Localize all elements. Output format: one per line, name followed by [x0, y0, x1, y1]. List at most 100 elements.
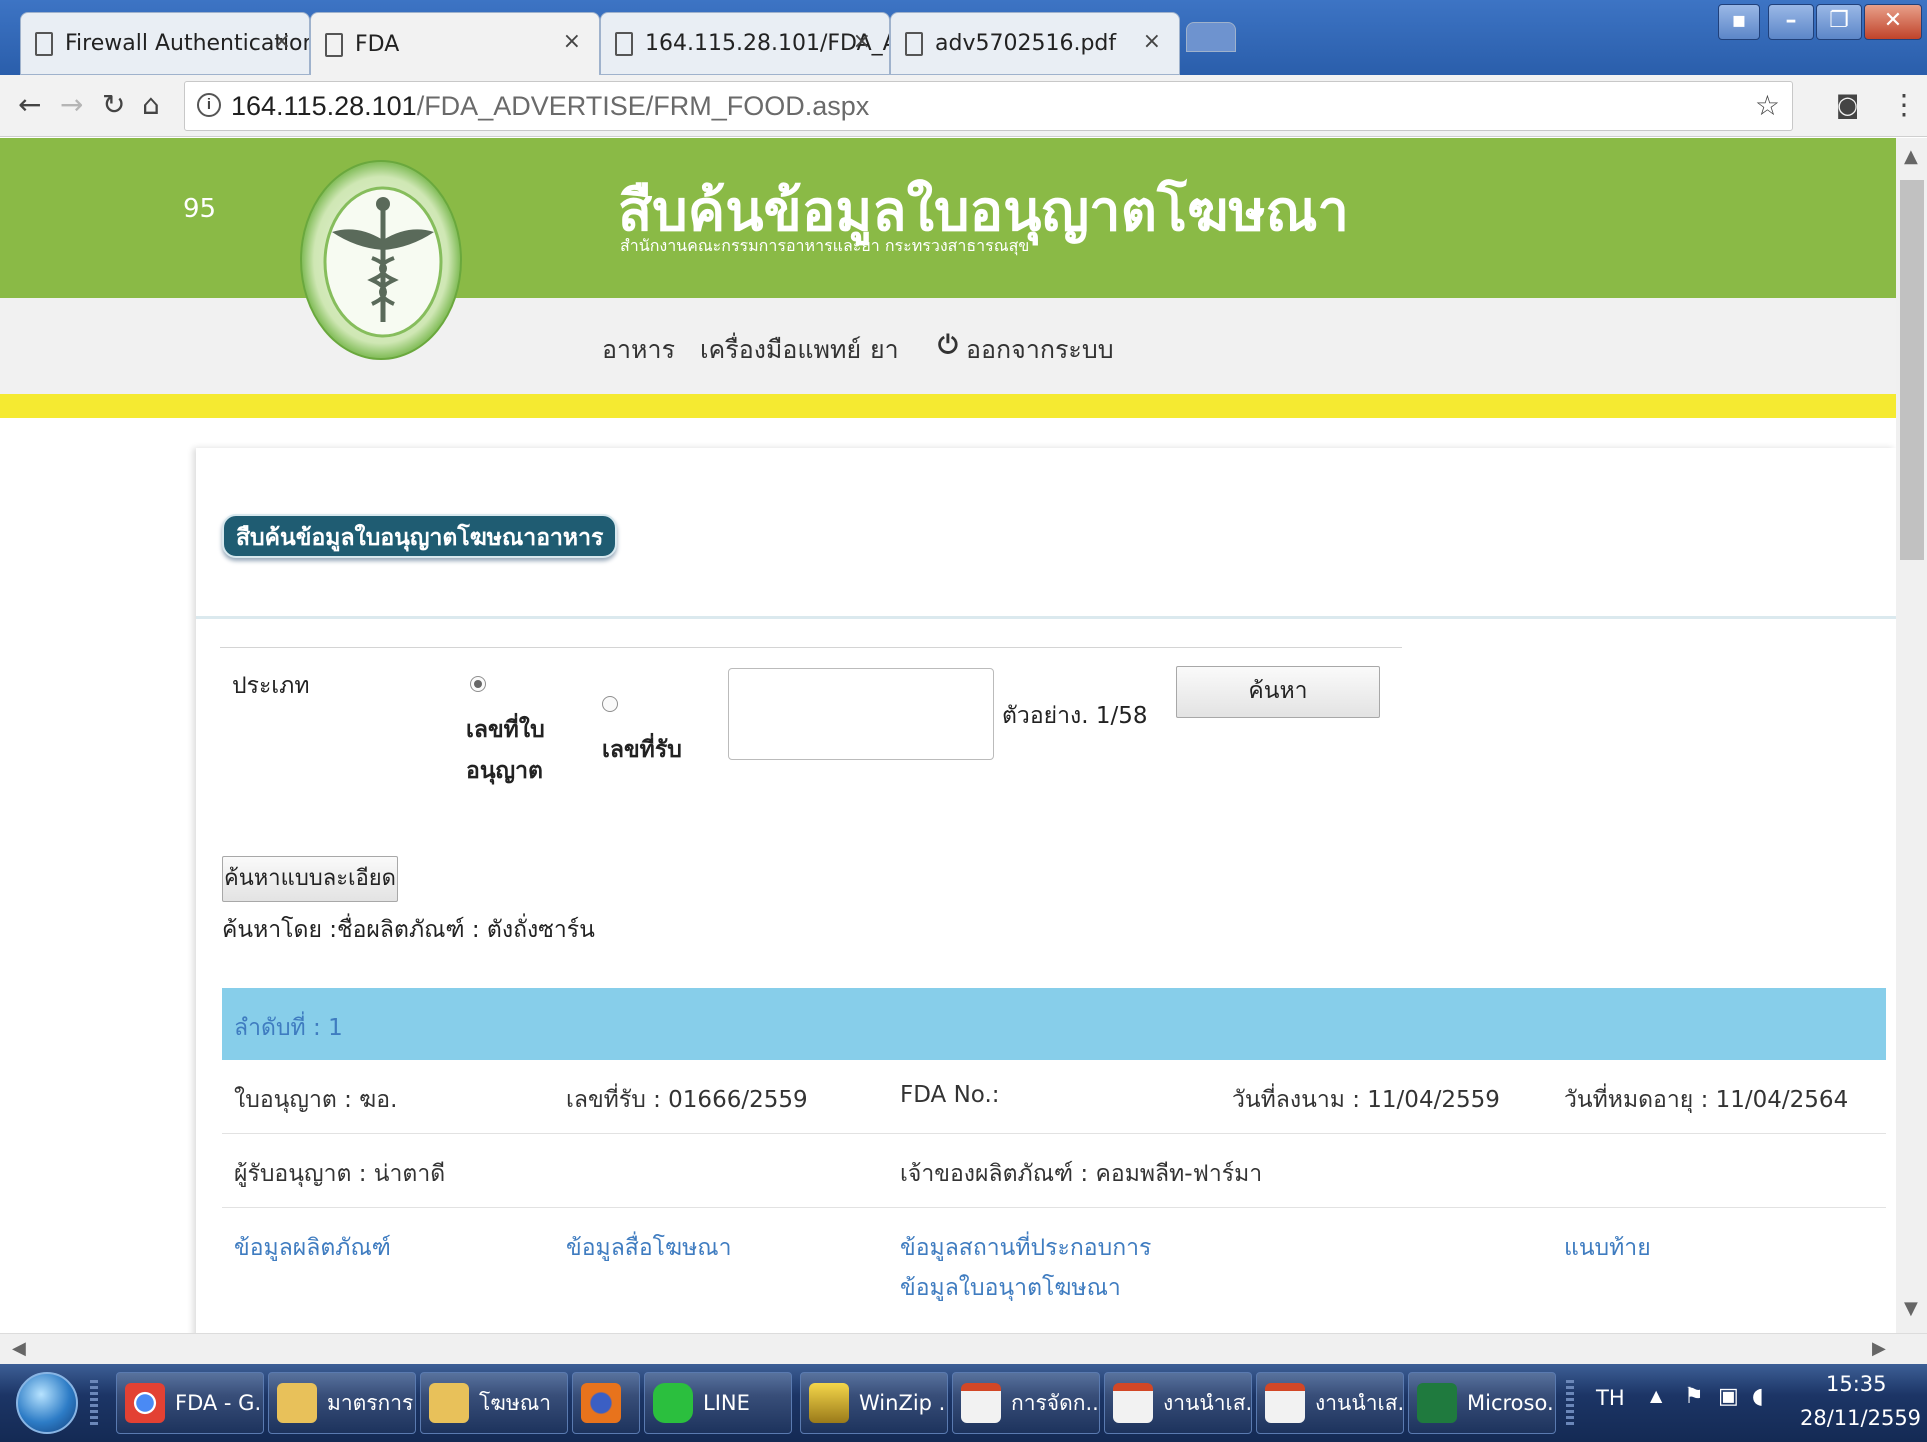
- site-info-icon[interactable]: i: [197, 93, 221, 117]
- taskbar-folder-1[interactable]: มาตรการ...: [268, 1372, 416, 1434]
- link-license-info[interactable]: ข้อมูลใบอนุาตโฆษณา: [900, 1270, 1121, 1306]
- show-hidden-icons-icon[interactable]: ▲: [1650, 1386, 1662, 1405]
- page-viewport: 95 สืบค้นข้อมูลใบอนุญาตโฆษณา สำนักงานคณะ…: [0, 138, 1896, 1333]
- vertical-scroll-thumb[interactable]: [1900, 180, 1924, 560]
- taskbar-item-label: มาตรการ...: [327, 1391, 415, 1415]
- search-button[interactable]: ค้นหา: [1176, 666, 1380, 718]
- tab-close-icon[interactable]: ×: [563, 29, 581, 54]
- volume-icon[interactable]: ◖: [1752, 1384, 1764, 1409]
- url-path: /FDA_ADVERTISE/FRM_FOOD.aspx: [416, 91, 870, 121]
- result-receipt-no: เลขที่รับ : 01666/2559: [566, 1087, 808, 1113]
- visitor-counter: 95: [183, 194, 217, 224]
- tab-close-icon[interactable]: ×: [853, 29, 871, 54]
- restore-icon[interactable]: ❐: [1816, 4, 1862, 40]
- taskbar-item-label: การจัดก...: [1011, 1391, 1100, 1415]
- example-hint: ตัวอย่าง. 1/58: [1002, 703, 1148, 729]
- tab-fda[interactable]: FDA ×: [310, 12, 600, 76]
- fda-logo: [300, 160, 462, 360]
- section-divider: [196, 616, 1896, 619]
- tab-firewall-authentication[interactable]: Firewall Authentication K ×: [20, 12, 310, 75]
- advanced-search-button[interactable]: ค้นหาแบบละเอียด: [222, 856, 398, 902]
- scroll-down-icon[interactable]: ▼: [1904, 1298, 1918, 1319]
- forward-icon[interactable]: →: [60, 87, 83, 123]
- result-expire-date: วันที่หมดอายุ : 11/04/2564: [1564, 1087, 1849, 1113]
- menu-drug[interactable]: ยา: [870, 330, 899, 370]
- taskbar-chrome[interactable]: FDA - G...: [116, 1372, 264, 1434]
- taskbar-line[interactable]: LINE: [644, 1372, 792, 1434]
- address-toolbar: ← → ↻ ⌂ i 164.115.28.101/FDA_ADVERTISE/F…: [0, 75, 1927, 137]
- scroll-up-icon[interactable]: ▲: [1904, 146, 1918, 167]
- tab-fda-advertise[interactable]: 164.115.28.101/FDA_ADV ×: [600, 12, 890, 75]
- taskbar-ppt-2[interactable]: งานนำเส...: [1104, 1372, 1252, 1434]
- page-icon: [35, 31, 53, 56]
- taskbar-item-label: FDA - G...: [175, 1391, 263, 1415]
- result-seq: ลำดับที่ : 1: [234, 1015, 343, 1041]
- language-indicator[interactable]: TH: [1596, 1386, 1625, 1410]
- result-owner: เจ้าของผลิตภัณฑ์ : คอมพลีท-ฟาร์มา: [900, 1161, 1263, 1187]
- reload-icon[interactable]: ↻: [102, 87, 125, 123]
- result-licensee: ผู้รับอนุญาต : น่าตาดี: [234, 1161, 446, 1187]
- user-icon[interactable]: ▪: [1718, 4, 1760, 40]
- scroll-right-icon[interactable]: ▶: [1872, 1338, 1886, 1359]
- line-icon: [653, 1383, 693, 1423]
- radio-receipt-no[interactable]: [602, 696, 618, 712]
- tab-close-icon[interactable]: ×: [273, 29, 291, 54]
- tab-close-icon[interactable]: ×: [1143, 29, 1161, 54]
- search-criteria: ค้นหาโดย :ชื่อผลิตภัณฑ์ : ตังถั่งซาร์น: [222, 917, 595, 943]
- page-icon: [905, 31, 923, 56]
- minimize-icon[interactable]: –: [1768, 4, 1814, 40]
- firefox-icon: [581, 1383, 621, 1423]
- close-window-icon[interactable]: ✕: [1864, 4, 1922, 40]
- new-tab-button[interactable]: [1186, 22, 1236, 52]
- horizontal-scrollbar[interactable]: [0, 1333, 1927, 1364]
- radio-license-no[interactable]: [470, 676, 486, 692]
- result-sign-date: วันที่ลงนาม : 11/04/2559: [1232, 1087, 1500, 1113]
- flag-icon[interactable]: ⚑: [1684, 1384, 1704, 1409]
- taskbar-item-label: งานนำเส...: [1315, 1391, 1404, 1415]
- link-premises-info[interactable]: ข้อมูลสถานที่ประกอบการ: [900, 1230, 1151, 1266]
- header-divider: [0, 394, 1896, 418]
- taskbar-ppt-3[interactable]: งานนำเส...: [1256, 1372, 1404, 1434]
- url-field[interactable]: i 164.115.28.101/FDA_ADVERTISE/FRM_FOOD.…: [184, 81, 1793, 131]
- excel-icon: [1417, 1383, 1457, 1423]
- type-label: ประเภท: [232, 673, 310, 699]
- taskbar-excel[interactable]: Microso...: [1408, 1372, 1556, 1434]
- menu-dots-icon[interactable]: ⋮: [1890, 87, 1918, 123]
- radio-receipt-no-label: เลขที่รับ: [602, 737, 682, 763]
- page-icon: [325, 32, 343, 57]
- network-icon[interactable]: ▣: [1718, 1384, 1739, 1409]
- search-input[interactable]: [728, 668, 994, 760]
- camera-icon[interactable]: ◙: [1836, 87, 1859, 123]
- link-attachment[interactable]: แนบท้าย: [1564, 1230, 1651, 1266]
- chrome-icon: [125, 1383, 165, 1423]
- menu-logout[interactable]: ออกจากระบบ: [966, 330, 1114, 370]
- start-button[interactable]: [16, 1372, 78, 1434]
- clock-date[interactable]: 28/11/2559: [1800, 1406, 1921, 1430]
- taskbar-ppt-1[interactable]: การจัดก...: [952, 1372, 1100, 1434]
- taskbar-folder-2[interactable]: โฆษณา: [420, 1372, 568, 1434]
- menu-medical-device[interactable]: เครื่องมือแพทย์: [700, 330, 861, 370]
- tab-pdf[interactable]: adv5702516.pdf ×: [890, 12, 1180, 75]
- scroll-left-icon[interactable]: ◀: [12, 1338, 26, 1359]
- url-host: 164.115.28.101: [231, 91, 417, 121]
- taskbar-firefox[interactable]: [572, 1372, 640, 1434]
- site-subtitle: สำนักงานคณะกรรมการอาหารและยา กระทรวงสาธา…: [620, 236, 1030, 255]
- powerpoint-icon: [1113, 1383, 1153, 1423]
- back-icon[interactable]: ←: [18, 87, 41, 123]
- power-icon[interactable]: ⏻: [938, 330, 958, 360]
- link-product-info[interactable]: ข้อมูลผลิตภัณฑ์: [234, 1230, 391, 1266]
- bookmark-star-icon[interactable]: ☆: [1755, 82, 1780, 130]
- home-icon[interactable]: ⌂: [142, 87, 160, 123]
- taskbar-grip: [90, 1380, 98, 1428]
- winzip-icon: [809, 1383, 849, 1423]
- link-media-info[interactable]: ข้อมูลสื่อโฆษณา: [566, 1230, 731, 1266]
- taskbar-item-label: โฆษณา: [479, 1391, 551, 1415]
- taskbar-item-label: WinZip ...: [859, 1391, 947, 1415]
- clock-time[interactable]: 15:35: [1826, 1372, 1887, 1396]
- row-divider: [222, 1133, 1886, 1134]
- taskbar-winzip[interactable]: WinZip ...: [800, 1372, 948, 1434]
- menu-food[interactable]: อาหาร: [602, 330, 675, 370]
- radio-license-no-label-1: เลขที่ใบ: [466, 717, 545, 743]
- folder-icon: [277, 1383, 317, 1423]
- taskbar-item-label: LINE: [703, 1391, 750, 1415]
